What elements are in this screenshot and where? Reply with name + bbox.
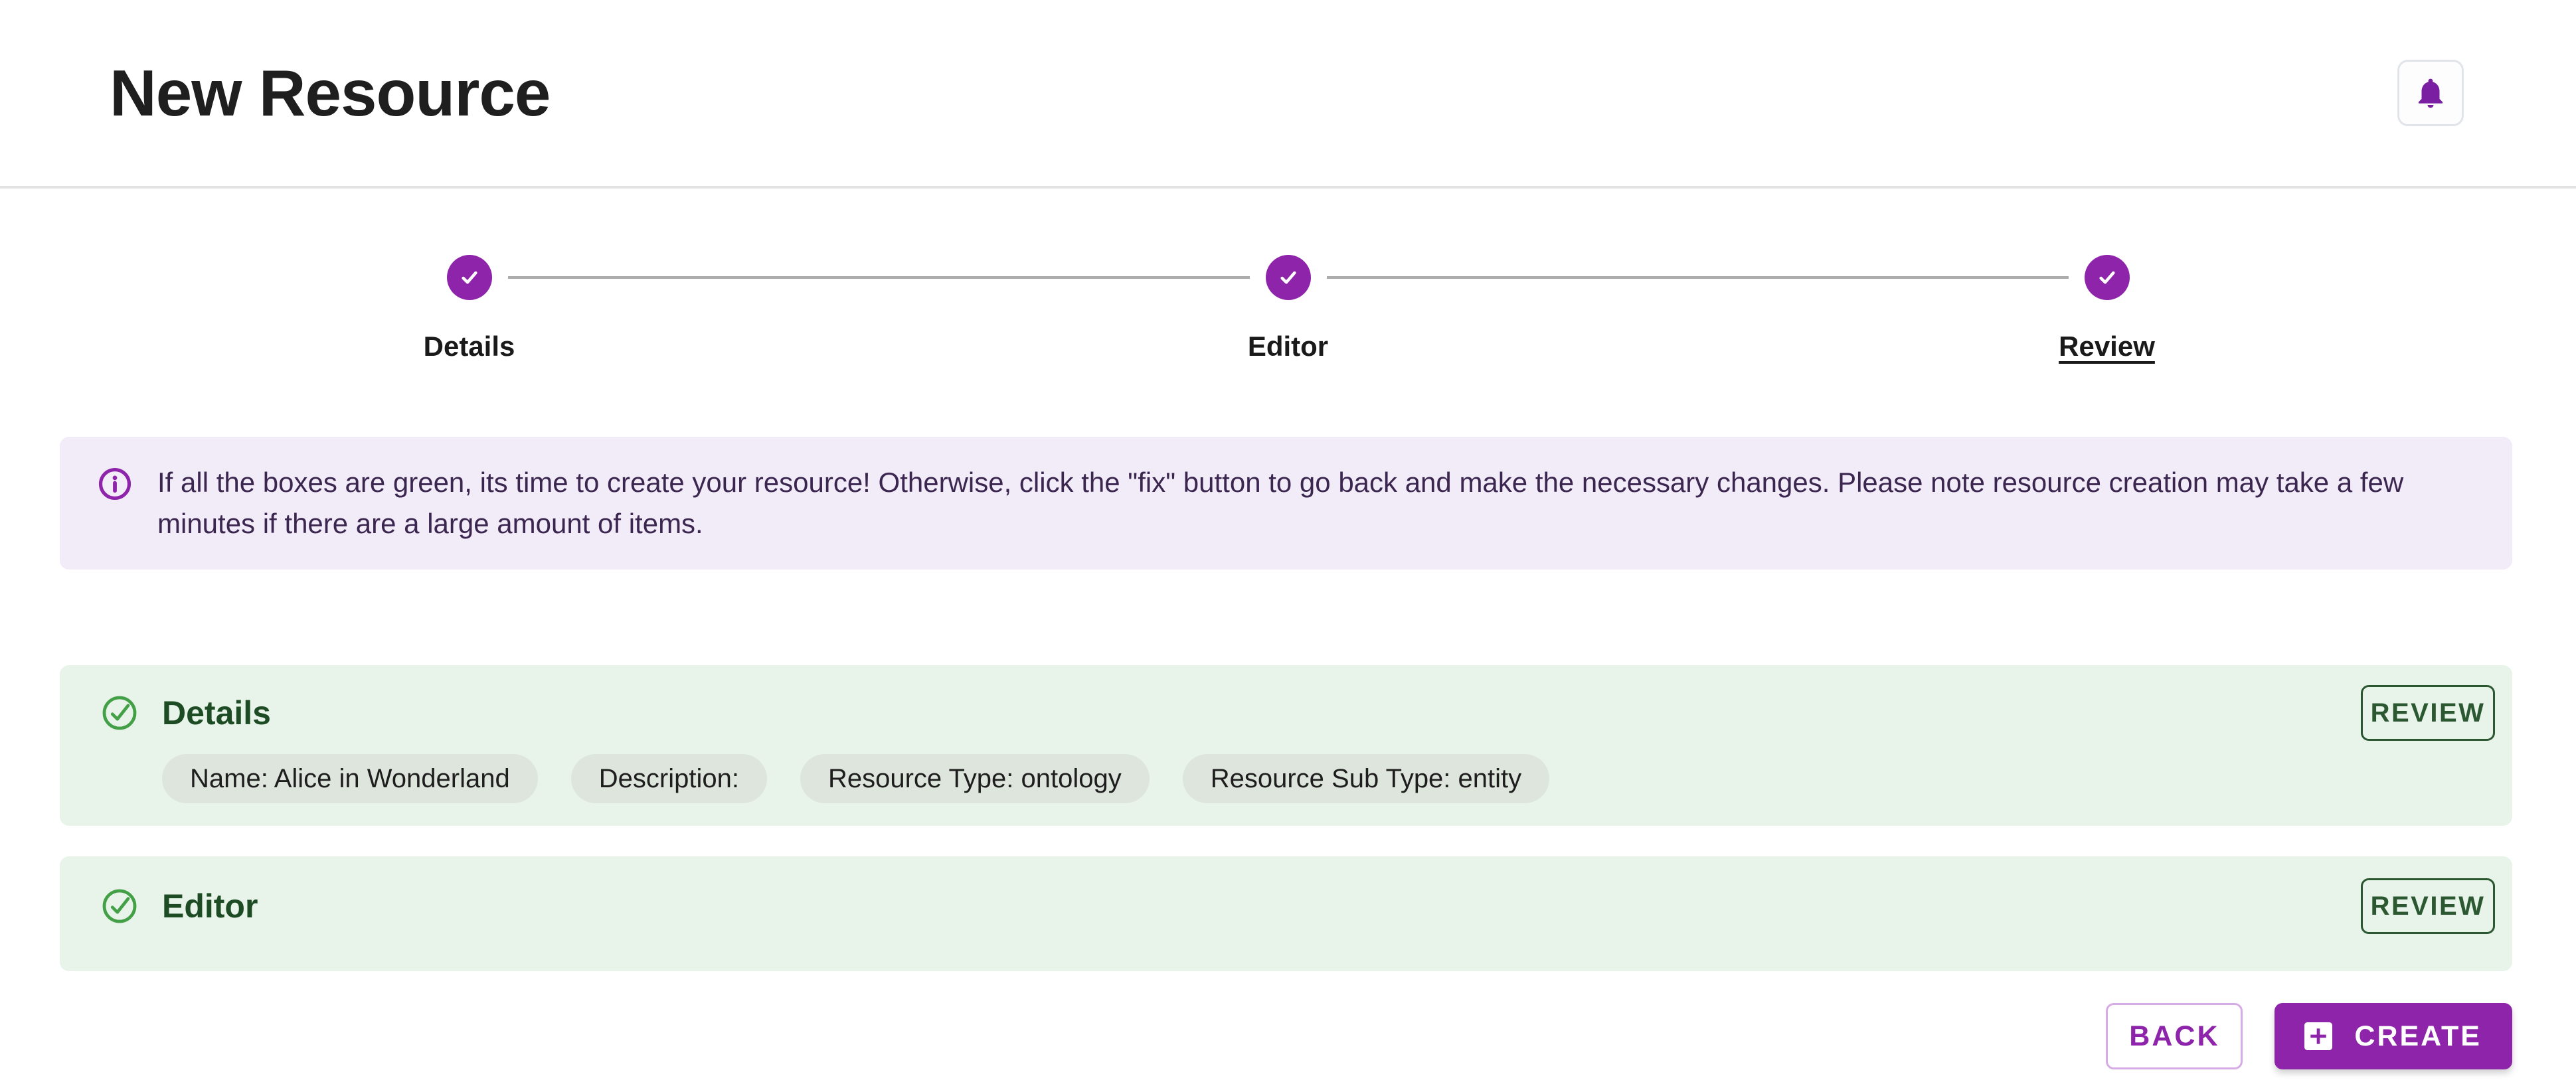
step-review[interactable]: Review: [1326, 255, 2516, 362]
step-review-completed-circle: [2084, 255, 2130, 300]
details-review-panel: Details REVIEW Name: Alice in Wonderland…: [60, 665, 2512, 826]
step-editor-completed-circle: [1265, 255, 1311, 300]
check-circle-icon: [102, 889, 137, 923]
step-details[interactable]: Details: [60, 255, 879, 362]
create-button[interactable]: CREATE: [2275, 1003, 2512, 1069]
check-circle-icon: [102, 696, 137, 730]
page-title: New Resource: [110, 56, 551, 129]
step-details-completed-circle: [446, 255, 492, 300]
notifications-button[interactable]: [2397, 60, 2464, 126]
stepper-connector: [507, 276, 1250, 279]
stepper-connector: [1326, 276, 2069, 279]
check-icon: [461, 271, 477, 284]
details-panel-title: Details: [162, 694, 271, 732]
back-button[interactable]: BACK: [2106, 1003, 2243, 1069]
add-box-icon: [2304, 1022, 2333, 1050]
step-editor[interactable]: Editor: [507, 255, 1697, 362]
bell-icon: [2419, 78, 2443, 108]
chip-description: Description:: [570, 754, 767, 803]
step-editor-label: Editor: [1247, 331, 1329, 362]
step-review-label: Review: [2059, 331, 2155, 362]
stepper: Details Editor Review: [0, 255, 2576, 362]
editor-review-panel: Editor REVIEW: [60, 856, 2512, 971]
details-review-button[interactable]: REVIEW: [2361, 685, 2495, 741]
chip-resource-type: Resource Type: ontology: [800, 754, 1150, 803]
create-button-label: CREATE: [2354, 1020, 2482, 1052]
page-header: New Resource: [0, 0, 2576, 189]
editor-panel-title: Editor: [162, 888, 258, 925]
check-icon: [2099, 271, 2115, 284]
footer-actions: BACK CREATE: [0, 1003, 2576, 1069]
editor-review-button[interactable]: REVIEW: [2361, 878, 2495, 934]
info-banner-text: If all the boxes are green, its time to …: [157, 467, 2404, 539]
details-panel-header: Details REVIEW: [100, 685, 2495, 741]
check-icon: [1280, 271, 1296, 284]
editor-panel-header: Editor REVIEW: [100, 878, 2495, 934]
chip-resource-sub-type: Resource Sub Type: entity: [1182, 754, 1550, 803]
info-icon: [98, 467, 131, 501]
chip-name: Name: Alice in Wonderland: [162, 754, 538, 803]
info-banner: If all the boxes are green, its time to …: [60, 437, 2512, 570]
details-chips: Name: Alice in Wonderland Description: R…: [162, 754, 2495, 803]
step-details-label: Details: [423, 331, 515, 362]
